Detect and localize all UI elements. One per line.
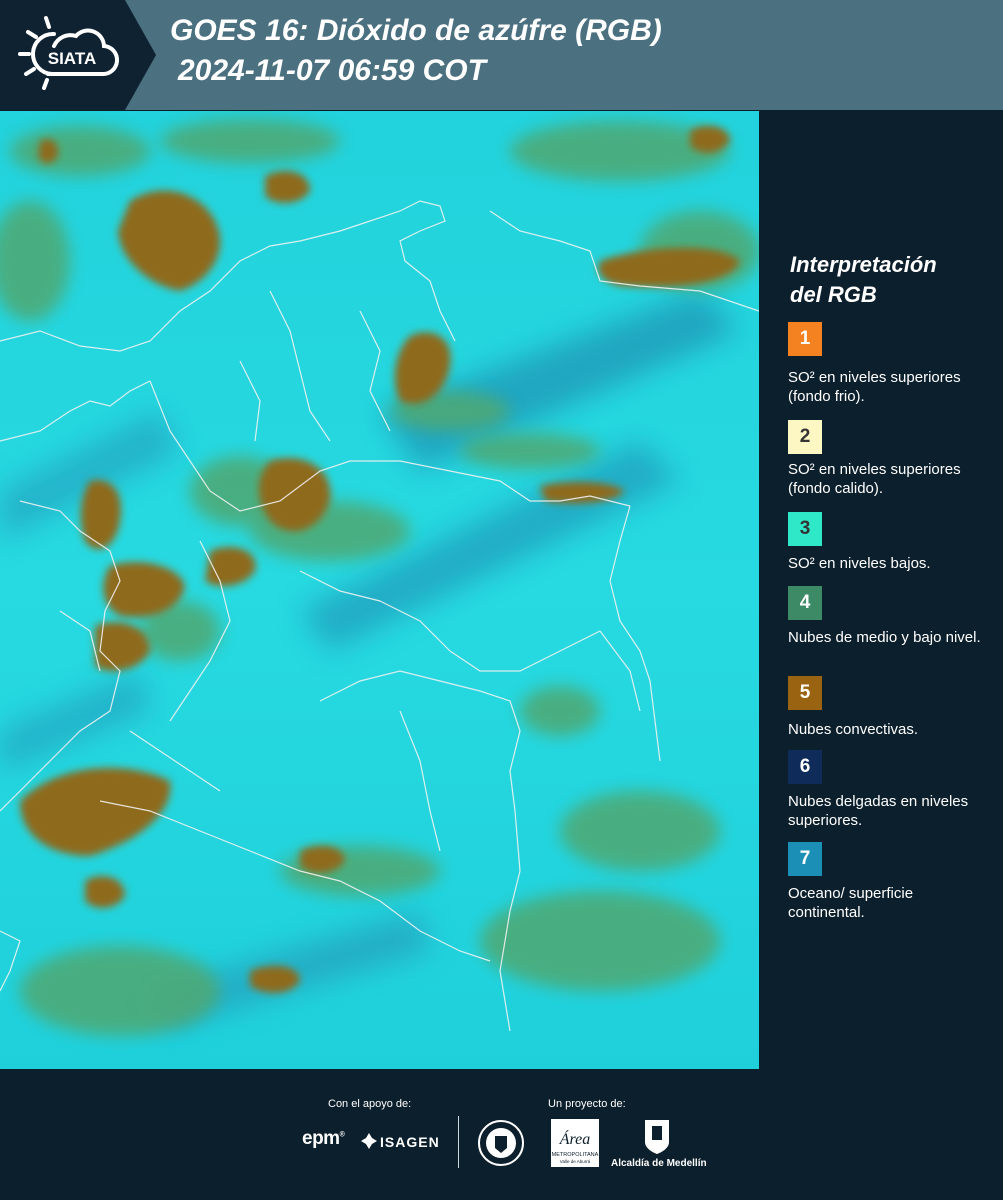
legend-swatch-3: 3 bbox=[788, 512, 822, 546]
legend-label-7: Oceano/ superficie continental. bbox=[788, 885, 914, 921]
university-seal-icon bbox=[478, 1120, 524, 1166]
legend-swatch-7: 7 bbox=[788, 842, 822, 876]
legend-swatch-1: 1 bbox=[788, 322, 822, 356]
area-metropolitana-logo: Área METROPOLITANA Valle de Aburrá bbox=[551, 1119, 599, 1167]
footer-divider bbox=[458, 1116, 459, 1168]
isagen-logo: ISAGEN bbox=[380, 1134, 440, 1150]
legend-label-3: SO² en niveles bajos. bbox=[788, 555, 931, 572]
legend-label-5: Nubes convectivas. bbox=[788, 721, 919, 738]
support-label: Con el apoyo de: bbox=[328, 1098, 412, 1110]
siata-logo: SIATA bbox=[18, 16, 120, 90]
svg-text:Área: Área bbox=[559, 1129, 591, 1148]
legend-label-1: SO² en niveles superiores (fondo frio). bbox=[788, 369, 961, 405]
logo-text: SIATA bbox=[48, 49, 96, 68]
footer: Con el apoyo de: Un proyecto de: epm® IS… bbox=[0, 1070, 1003, 1200]
image-datetime: 2024-11-07 06:59 COT bbox=[178, 54, 486, 87]
legend-swatch-2: 2 bbox=[788, 420, 822, 454]
legend-label-4: Nubes de medio y bajo nivel. bbox=[788, 629, 981, 646]
epm-logo: epm® bbox=[302, 1128, 345, 1149]
legend-panel: Interpretación del RGB 1 SO² en niveles … bbox=[774, 110, 1003, 1070]
legend-swatch-4: 4 bbox=[788, 586, 822, 620]
alcaldia-label: Alcaldía de Medellín bbox=[611, 1158, 707, 1169]
legend-title-line2: del RGB bbox=[790, 282, 877, 307]
legend-swatch-5: 5 bbox=[788, 676, 822, 710]
svg-text:METROPOLITANA: METROPOLITANA bbox=[552, 1152, 599, 1158]
legend-swatch-6: 6 bbox=[788, 750, 822, 784]
legend-label-6: Nubes delgadas en niveles superiores. bbox=[788, 793, 969, 829]
legend-title-line1: Interpretación bbox=[790, 252, 937, 277]
project-label: Un proyecto de: bbox=[548, 1098, 626, 1110]
legend-title: Interpretación del RGB bbox=[790, 250, 990, 310]
legend-label-2: SO² en niveles superiores (fondo calido)… bbox=[788, 461, 961, 497]
svg-text:Valle de Aburrá: Valle de Aburrá bbox=[560, 1159, 591, 1164]
isagen-icon bbox=[361, 1133, 377, 1149]
alcaldia-shield-icon bbox=[645, 1120, 669, 1154]
page-title: GOES 16: Dióxido de azúfre (RGB) bbox=[170, 14, 662, 47]
satellite-map bbox=[0, 111, 759, 1069]
header: SIATA GOES 16: Dióxido de azúfre (RGB) 2… bbox=[0, 0, 1003, 110]
